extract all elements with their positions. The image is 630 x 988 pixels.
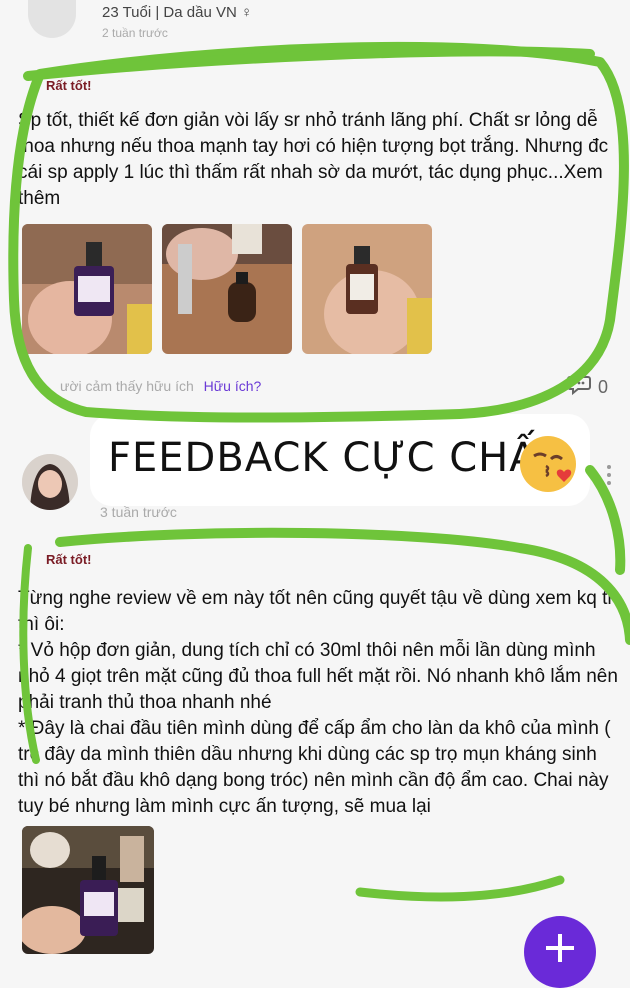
review-body: Từng nghe review về em này tốt nên cũng … xyxy=(18,588,618,817)
reviewer-avatar[interactable] xyxy=(28,0,76,38)
reviewer-avatar[interactable] xyxy=(22,454,78,510)
comment-count: 0 xyxy=(598,376,609,397)
helpful-button[interactable]: Hữu ích? xyxy=(204,378,262,394)
review-rating-label: Rất tốt! xyxy=(46,552,92,567)
review-photo-1[interactable] xyxy=(22,826,154,954)
comment-bubble-icon xyxy=(566,373,592,402)
add-button[interactable] xyxy=(524,916,596,988)
helpful-row: ười cảm thấy hữu ích Hữu ích? xyxy=(60,378,261,394)
reviewer-meta: 23 Tuổi | Da dầu VN ♀ xyxy=(102,4,253,21)
comment-button[interactable]: 0 xyxy=(566,374,608,400)
review-photo-2[interactable] xyxy=(162,224,292,354)
review-rating-label: Rất tốt! xyxy=(46,78,92,93)
review-time: 3 tuần trước xyxy=(100,504,177,520)
plus-icon xyxy=(546,934,574,967)
review-body: Sp tốt, thiết kế đơn giản vòi lấy sr nhỏ… xyxy=(18,110,609,209)
review-time: 2 tuần trước xyxy=(102,26,168,40)
review-photo-1[interactable] xyxy=(22,224,152,354)
more-vertical-icon[interactable] xyxy=(606,464,612,486)
kissing-face-emoji xyxy=(520,436,576,492)
helpful-count-text: ười cảm thấy hữu ích xyxy=(60,378,194,394)
review-photo-3[interactable] xyxy=(302,224,432,354)
feedback-banner-title: FEEDBACK CỰC CHẤT xyxy=(108,435,564,481)
